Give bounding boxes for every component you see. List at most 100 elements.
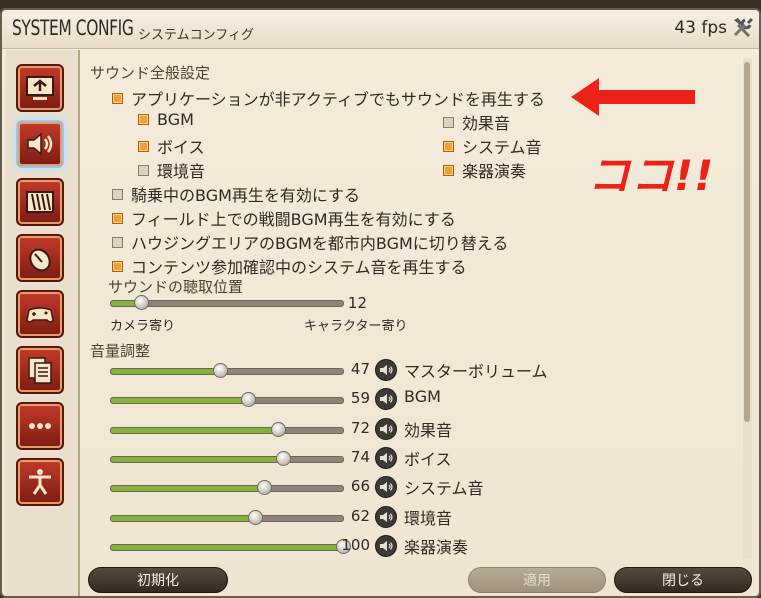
slider-knob[interactable] xyxy=(275,451,291,466)
scroll-thumb[interactable] xyxy=(744,62,750,422)
slider-fill xyxy=(111,369,221,374)
mount-bgm-checkbox[interactable]: 騎乗中のBGM再生を有効にする xyxy=(112,182,360,206)
speaker-mute-icon[interactable] xyxy=(375,506,397,528)
gamepad-settings-icon xyxy=(26,307,54,323)
fps-counter: 43 fps xyxy=(674,18,727,38)
instrument-checkbox[interactable]: 楽器演奏 xyxy=(443,158,526,182)
volume-value: 66 xyxy=(350,477,370,495)
content-scrollbar[interactable] xyxy=(743,58,752,558)
volume-slider[interactable] xyxy=(110,510,344,525)
effect-sound-checkbox[interactable]: 効果音 xyxy=(443,110,510,134)
content-confirm-sound-checkbox[interactable]: コンテンツ参加確認中のシステム音を再生する xyxy=(112,254,467,278)
checkbox-box[interactable] xyxy=(443,116,454,128)
checkbox-box[interactable] xyxy=(443,140,454,152)
checkbox-box[interactable] xyxy=(112,188,123,200)
volume-title: 音量調整 xyxy=(90,342,151,360)
bgm-checkbox[interactable]: BGM xyxy=(138,110,194,129)
checkbox-label: 効果音 xyxy=(462,114,511,133)
checkbox-label: コンテンツ参加確認中のシステム音を再生する xyxy=(131,258,467,277)
voice-checkbox[interactable]: ボイス xyxy=(138,134,205,158)
other-settings-icon xyxy=(28,357,52,384)
slider-knob[interactable] xyxy=(213,363,229,378)
checkbox-label: ハウジングエリアのBGMを都市内BGMに切り替える xyxy=(131,234,509,253)
apply-button[interactable]: 適用 xyxy=(468,567,606,593)
volume-label: 効果音 xyxy=(404,421,453,440)
titlebar: SYSTEM CONFIG システムコンフィグ 43 fps xyxy=(2,10,759,49)
system-sound-checkbox[interactable]: システム音 xyxy=(443,134,542,158)
slider-knob[interactable] xyxy=(247,510,263,525)
checkbox-box[interactable] xyxy=(112,92,123,104)
checkbox-box[interactable] xyxy=(112,236,123,248)
slider-fill xyxy=(111,457,283,462)
volume-slider[interactable] xyxy=(110,422,344,437)
reset-button[interactable]: 初期化 xyxy=(88,567,228,593)
sidebar-item-theme[interactable] xyxy=(16,178,64,226)
checkbox-box[interactable] xyxy=(138,140,149,152)
system-config-window: SYSTEM CONFIG システムコンフィグ 43 fps サウンド全般設定 … xyxy=(0,8,761,598)
speaker-mute-icon[interactable] xyxy=(375,388,397,410)
sidebar-item-accessibility[interactable] xyxy=(16,458,64,506)
listening-position-value: 12 xyxy=(347,294,367,312)
speaker-mute-icon[interactable] xyxy=(375,359,397,381)
checkbox-box[interactable] xyxy=(138,114,149,125)
volume-value: 59 xyxy=(350,389,370,407)
volume-label: システム音 xyxy=(404,479,484,498)
volume-value: 100 xyxy=(341,536,370,554)
volume-slider[interactable] xyxy=(110,480,344,495)
sidebar-item-gamepad[interactable] xyxy=(16,290,64,338)
close-button[interactable]: 閉じる xyxy=(614,567,752,593)
listening-left-label: カメラ寄り xyxy=(110,319,176,334)
sound-general-title: サウンド全般設定 xyxy=(90,64,211,82)
checkbox-label: 環境音 xyxy=(157,162,206,181)
volume-slider[interactable] xyxy=(110,539,351,554)
slider-fill xyxy=(111,486,265,491)
display-settings-icon xyxy=(26,76,54,100)
speaker-mute-icon[interactable] xyxy=(375,418,397,440)
sidebar-item-display[interactable] xyxy=(16,64,64,112)
speaker-mute-icon[interactable] xyxy=(375,476,397,498)
volume-slider[interactable] xyxy=(110,392,344,407)
slider-knob[interactable] xyxy=(240,392,256,407)
theme-settings-icon xyxy=(26,191,54,213)
env-sound-checkbox[interactable]: 環境音 xyxy=(138,158,205,182)
checkbox-box[interactable] xyxy=(443,164,454,176)
tools-icon[interactable] xyxy=(731,15,755,39)
listening-position-title: サウンドの聴取位置 xyxy=(108,278,244,296)
slider-knob[interactable] xyxy=(257,480,273,495)
sidebar-item-more[interactable] xyxy=(16,402,64,450)
sidebar-item-other[interactable] xyxy=(16,346,64,394)
checkbox-label: BGM xyxy=(157,110,194,129)
slider-fill xyxy=(111,545,343,550)
volume-slider[interactable] xyxy=(110,363,344,378)
checkbox-label: アプリケーションが非アクティブでもサウンドを再生する xyxy=(131,90,545,109)
slider-fill xyxy=(111,516,255,521)
volume-value: 47 xyxy=(350,360,370,378)
slider-knob[interactable] xyxy=(271,422,287,437)
sidebar-item-sound[interactable] xyxy=(16,120,64,168)
sidebar-item-mouse[interactable] xyxy=(16,234,64,282)
volume-value: 72 xyxy=(350,419,370,437)
volume-label: BGM xyxy=(404,387,441,406)
slider-knob[interactable] xyxy=(134,295,150,310)
housing-bgm-checkbox[interactable]: ハウジングエリアのBGMを都市内BGMに切り替える xyxy=(112,230,508,254)
red-arrow-annotation xyxy=(571,78,695,116)
listening-position-slider[interactable] xyxy=(110,295,344,310)
checkbox-label: システム音 xyxy=(462,138,542,157)
window-subtitle: システムコンフィグ xyxy=(138,28,254,43)
speaker-mute-icon[interactable] xyxy=(375,447,397,469)
speaker-mute-icon[interactable] xyxy=(375,535,397,557)
checkbox-box[interactable] xyxy=(138,164,149,176)
volume-label: 楽器演奏 xyxy=(404,538,469,557)
volume-slider[interactable] xyxy=(110,451,344,466)
window-title: SYSTEM CONFIG xyxy=(12,16,134,40)
koko-annotation: ココ!! xyxy=(588,151,715,200)
checkbox-box[interactable] xyxy=(112,212,123,224)
field-battle-bgm-checkbox[interactable]: フィールド上での戦闘BGM再生を有効にする xyxy=(112,206,456,230)
checkbox-label: 楽器演奏 xyxy=(462,162,527,181)
accessibility-settings-icon xyxy=(29,469,51,495)
play-when-inactive-checkbox[interactable]: アプリケーションが非アクティブでもサウンドを再生する xyxy=(112,86,545,110)
slider-fill xyxy=(111,428,279,433)
listening-right-label: キャラクター寄り xyxy=(304,319,408,334)
checkbox-box[interactable] xyxy=(112,260,123,272)
volume-value: 62 xyxy=(350,507,370,525)
